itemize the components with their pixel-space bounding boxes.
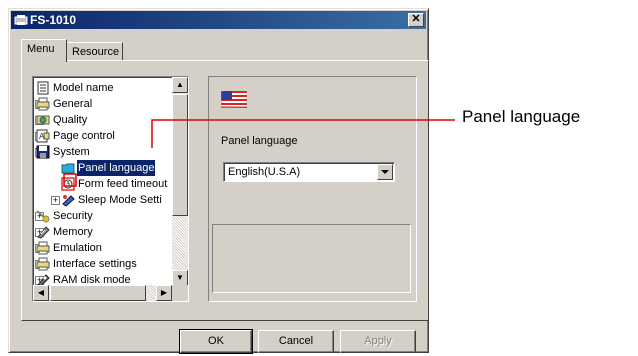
clock-icon bbox=[61, 177, 75, 191]
us-flag-icon bbox=[221, 91, 247, 108]
page-control-icon: A bbox=[36, 129, 50, 143]
window-title: FS-1010 bbox=[30, 13, 77, 27]
tab-resource[interactable]: Resource bbox=[67, 42, 123, 62]
scroll-up-icon: ▲ bbox=[176, 80, 184, 89]
dialog-window: FS-1010 ✕ Menu Resource Model name + Gener… bbox=[8, 8, 429, 354]
app-icon bbox=[14, 15, 28, 25]
tab-menu-label: Menu bbox=[27, 43, 55, 55]
tree-vertical-scrollbar[interactable]: ▲ ▼ bbox=[172, 77, 188, 286]
close-button[interactable]: ✕ bbox=[408, 13, 424, 27]
tree-item-label: Page control bbox=[53, 130, 115, 142]
sleep-mode-icon bbox=[61, 193, 75, 207]
tree-item-label: Security bbox=[53, 210, 93, 222]
printer-icon bbox=[36, 97, 50, 111]
vertical-scroll-thumb[interactable] bbox=[172, 94, 188, 216]
key-icon bbox=[36, 209, 50, 223]
ok-button[interactable]: OK bbox=[179, 329, 253, 354]
tree-item-label: General bbox=[53, 98, 93, 110]
scroll-left-icon: ◀ bbox=[37, 288, 45, 297]
memory-icon bbox=[36, 225, 50, 239]
horizontal-scroll-thumb[interactable] bbox=[50, 285, 146, 301]
tree-item-label: Form feed timeout bbox=[78, 178, 168, 190]
tree-horizontal-scrollbar[interactable]: ◀ ▶ bbox=[33, 285, 172, 301]
scroll-right-button[interactable]: ▶ bbox=[156, 285, 172, 301]
tree-item-label: Interface settings bbox=[53, 258, 137, 270]
expand-icon[interactable]: + bbox=[51, 196, 60, 205]
panel-language-label: Panel language bbox=[221, 135, 298, 147]
panel-language-dropdown[interactable]: English(U.S.A) bbox=[223, 162, 395, 182]
callout-label: Panel language bbox=[462, 107, 581, 126]
tree-item-label: Sleep Mode Setti bbox=[78, 194, 162, 206]
scrollbar-corner bbox=[172, 285, 188, 301]
scroll-right-icon: ▶ bbox=[160, 288, 168, 297]
document-icon bbox=[36, 81, 50, 95]
scroll-left-button[interactable]: ◀ bbox=[33, 285, 49, 301]
printer-icon bbox=[36, 241, 50, 255]
tree-item-label: Emulation bbox=[53, 242, 102, 254]
printer-icon bbox=[36, 257, 50, 271]
tree-item-label: Panel language bbox=[77, 160, 156, 176]
title-bar[interactable]: FS-1010 ✕ bbox=[11, 11, 426, 29]
floppy-disk-icon bbox=[36, 145, 50, 159]
tree-item-label: Memory bbox=[53, 226, 93, 238]
panel-language-value: English(U.S.A) bbox=[228, 166, 301, 178]
settings-tree[interactable]: Model name+General+Quality+APage control… bbox=[32, 76, 189, 302]
description-box bbox=[212, 224, 411, 293]
tab-panel: Model name+General+Quality+APage control… bbox=[21, 60, 429, 321]
apply-button[interactable]: Apply bbox=[340, 330, 416, 353]
scroll-up-button[interactable]: ▲ bbox=[172, 77, 188, 93]
tree-item-label: Model name bbox=[53, 82, 114, 94]
tree-item-label: Quality bbox=[53, 114, 88, 126]
folder-icon bbox=[61, 161, 75, 175]
scroll-down-icon: ▼ bbox=[176, 273, 184, 282]
dropdown-arrow-button[interactable] bbox=[377, 164, 393, 180]
tree-item-label: System bbox=[53, 146, 90, 158]
tab-resource-label: Resource bbox=[72, 46, 120, 58]
tab-menu[interactable]: Menu bbox=[21, 39, 67, 62]
scroll-down-button[interactable]: ▼ bbox=[172, 270, 188, 286]
cancel-button[interactable]: Cancel bbox=[258, 330, 334, 353]
settings-detail-panel: Panel language English(U.S.A) bbox=[208, 76, 417, 302]
quality-icon bbox=[36, 113, 50, 127]
close-icon: ✕ bbox=[411, 13, 421, 25]
